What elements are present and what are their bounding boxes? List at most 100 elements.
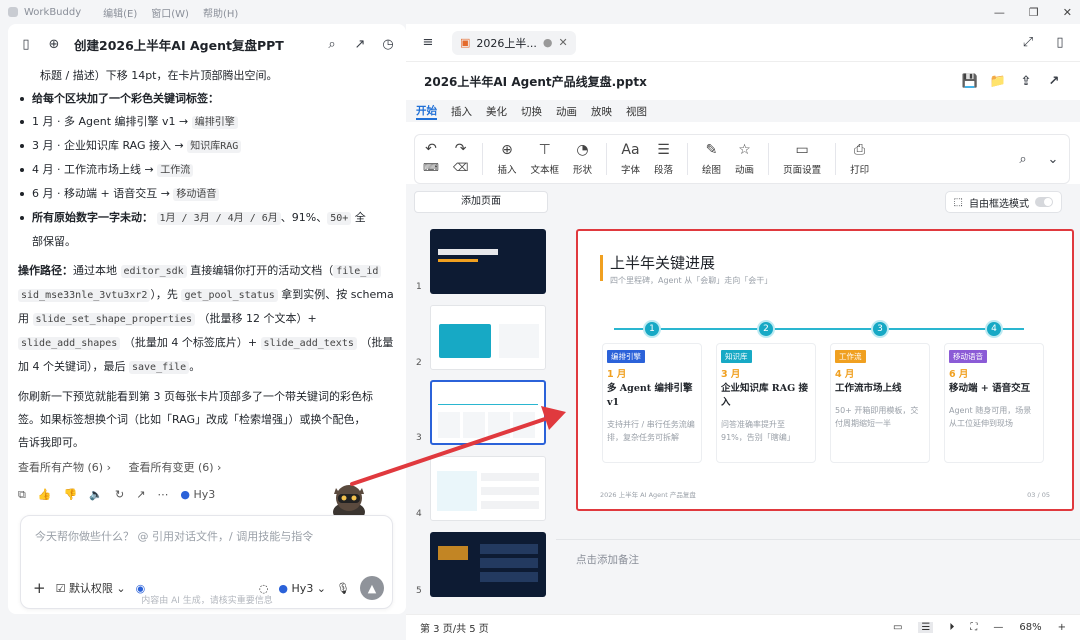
menu-icon[interactable]: ≡: [420, 35, 436, 51]
page-setup-button[interactable]: ▭ 页面设置: [783, 142, 821, 176]
tab-transition[interactable]: 切换: [521, 104, 542, 119]
animation-button[interactable]: ☆ 动画: [735, 142, 754, 176]
milestone-card[interactable]: 编排引擎 1 月 多 Agent 编排引擎 v1 支持并行 / 串行任务流编排，…: [602, 343, 702, 463]
play-icon[interactable]: ⏵: [949, 622, 954, 633]
speaker-icon[interactable]: 🔈: [89, 483, 103, 506]
maximize-icon[interactable]: ❐: [1029, 6, 1039, 19]
normal-view-icon[interactable]: ▭: [893, 622, 902, 633]
doc-tab[interactable]: ▣ 2026上半... ● ✕: [452, 30, 576, 55]
slide-thumb-4[interactable]: [430, 456, 546, 521]
chat-line: 6 月 · 移动端 + 语音交互 → 移动语音: [18, 182, 398, 206]
card-month: 1 月: [607, 369, 627, 380]
chat-line: 4 月 · 工作流市场上线 → 工作流: [18, 158, 398, 182]
font-icon: Aa: [621, 142, 640, 158]
outline-view-icon[interactable]: ☰: [918, 622, 934, 633]
thumbs-up-icon[interactable]: 👍: [38, 483, 52, 506]
copy-icon[interactable]: ⧉: [18, 483, 26, 506]
timeline-dot: 2: [757, 320, 775, 338]
zoom-in-icon[interactable]: +: [1058, 622, 1066, 633]
menu-help[interactable]: 帮助(H): [203, 5, 238, 20]
tab-view[interactable]: 视图: [626, 104, 647, 119]
font-button[interactable]: Aa 字体: [621, 142, 640, 176]
undo-icon[interactable]: ↶: [425, 141, 437, 157]
chat-line: 操作路径：通过本地 editor_sdk 直接编辑你打开的活动文档（ file_i…: [18, 259, 398, 283]
milestone-card[interactable]: 工作流 4 月 工作流市场上线 50+ 开箱即用模板，交付周期缩短一半: [830, 343, 930, 463]
current-slide[interactable]: 上半年关键进展 四个里程碑，Agent 从「会聊」走向「会干」 1 2 3 4 …: [576, 229, 1074, 511]
panel-toggle-icon[interactable]: ▯: [1052, 35, 1068, 51]
chat-line: 加 4 个关键词），最后 save_file。: [18, 360, 201, 374]
thumbs-down-icon[interactable]: 👎: [64, 483, 78, 506]
keyword-tag: 工作流: [835, 350, 866, 363]
card-title: 移动端 + 语音交互: [949, 383, 1031, 394]
slide-thumb-1[interactable]: [430, 229, 546, 294]
slide-number: 1: [416, 282, 422, 292]
draw-icon: ✎: [705, 142, 718, 158]
card-desc: 50+ 开箱即用模板，交付周期缩短一半: [835, 406, 919, 428]
eraser-icon[interactable]: ⌫: [453, 161, 469, 177]
tab-animation[interactable]: 动画: [556, 104, 577, 119]
tab-close-icon[interactable]: ✕: [559, 36, 568, 49]
slide-number: 4: [416, 509, 422, 519]
refresh-icon[interactable]: ↻: [115, 483, 124, 506]
share-icon[interactable]: ↗: [352, 36, 368, 52]
insert-button[interactable]: ⊕ 插入: [497, 142, 516, 176]
view-artifacts-link[interactable]: 查看所有产物 (6): [18, 461, 103, 474]
free-select-toggle[interactable]: ⬚ 自由框选模式: [944, 191, 1062, 213]
close-icon[interactable]: ✕: [1063, 6, 1072, 19]
fit-page-icon[interactable]: ⛶: [970, 622, 977, 633]
card-title: 多 Agent 编排引擎 v1: [607, 383, 693, 408]
print-button[interactable]: ⎙ 打印: [850, 142, 869, 176]
milestone-card[interactable]: 移动语音 6 月 移动端 + 语音交互 Agent 随身可用，场景从工位延伸到现…: [944, 343, 1044, 463]
slide-thumb-2[interactable]: [430, 305, 546, 370]
new-chat-icon[interactable]: ⊕: [46, 36, 62, 52]
zoom-level[interactable]: 68%: [1019, 622, 1041, 633]
chat-line: slide_add_shapes （批量加 4 个标签底片）+ slide_ad…: [18, 331, 398, 355]
tab-beautify[interactable]: 美化: [486, 104, 507, 119]
page-setup-icon: ▭: [795, 142, 809, 158]
history-icon[interactable]: ◷: [380, 36, 396, 52]
tab-insert[interactable]: 插入: [451, 104, 472, 119]
search-icon[interactable]: ⌕: [324, 36, 340, 52]
milestone-card[interactable]: 知识库 3 月 企业知识库 RAG 接入 问答准确率提升至 91%，告别「瞎编」: [716, 343, 816, 463]
save-icon[interactable]: 💾: [962, 73, 978, 89]
chevron-down-icon[interactable]: ⌄: [1045, 151, 1061, 167]
sidebar-toggle-icon[interactable]: ▯: [18, 36, 34, 52]
paragraph-button[interactable]: ☰ 段落: [654, 142, 673, 176]
format-painter-icon[interactable]: ⌨: [423, 161, 439, 177]
folder-icon[interactable]: 📁: [990, 73, 1006, 89]
slide-footer: 2026 上半年 AI Agent 产品复盘: [600, 491, 696, 499]
more-icon[interactable]: ⋯: [157, 483, 168, 506]
shape-button[interactable]: ◔ 形状: [573, 142, 592, 176]
upload-icon[interactable]: ⇪: [1018, 73, 1034, 89]
menu-edit[interactable]: 编辑(E): [103, 5, 137, 20]
tab-home[interactable]: 开始: [416, 103, 437, 120]
minimize-icon[interactable]: —: [994, 6, 1005, 19]
tab-slideshow[interactable]: 放映: [591, 104, 612, 119]
view-changes-link[interactable]: 查看所有变更 (6): [128, 461, 213, 474]
chat-input[interactable]: 今天帮你做些什么？ @ 引用对话文件，/ 调用技能与指令: [35, 528, 313, 544]
slide-title[interactable]: 上半年关键进展: [610, 252, 715, 273]
doc-title: 2026上半年AI Agent产品线复盘.pptx: [424, 74, 647, 89]
shape-icon: ◔: [576, 142, 589, 158]
print-icon: ⎙: [853, 142, 866, 158]
slide-thumbnails: 1 2 3 4 5: [406, 224, 556, 597]
chat-line: 3 月 · 企业知识库 RAG 接入 → 知识库RAG: [18, 134, 398, 158]
title-accent-bar: [600, 255, 603, 281]
textbox-icon: ⊤: [538, 142, 551, 158]
textbox-button[interactable]: ⊤ 文本框: [530, 142, 559, 176]
menu-window[interactable]: 窗口(W): [151, 5, 189, 20]
timeline-dot: 4: [985, 320, 1003, 338]
search-icon[interactable]: ⌕: [1015, 151, 1031, 167]
notes-area[interactable]: 点击添加备注: [556, 539, 1080, 614]
share-icon[interactable]: ↗: [136, 483, 145, 506]
zoom-out-icon[interactable]: —: [993, 622, 1003, 633]
add-page-button[interactable]: 添加页面: [414, 191, 548, 213]
expand-icon[interactable]: ⤢: [1020, 35, 1036, 51]
slide-thumb-5[interactable]: [430, 532, 546, 597]
redo-icon[interactable]: ↷: [455, 141, 467, 157]
toggle-switch[interactable]: [1035, 197, 1053, 207]
draw-button[interactable]: ✎ 绘图: [702, 142, 721, 176]
share-icon[interactable]: ↗: [1046, 73, 1062, 89]
slide-subtitle[interactable]: 四个里程碑，Agent 从「会聊」走向「会干」: [610, 275, 772, 286]
slide-thumb-3[interactable]: [430, 380, 546, 445]
